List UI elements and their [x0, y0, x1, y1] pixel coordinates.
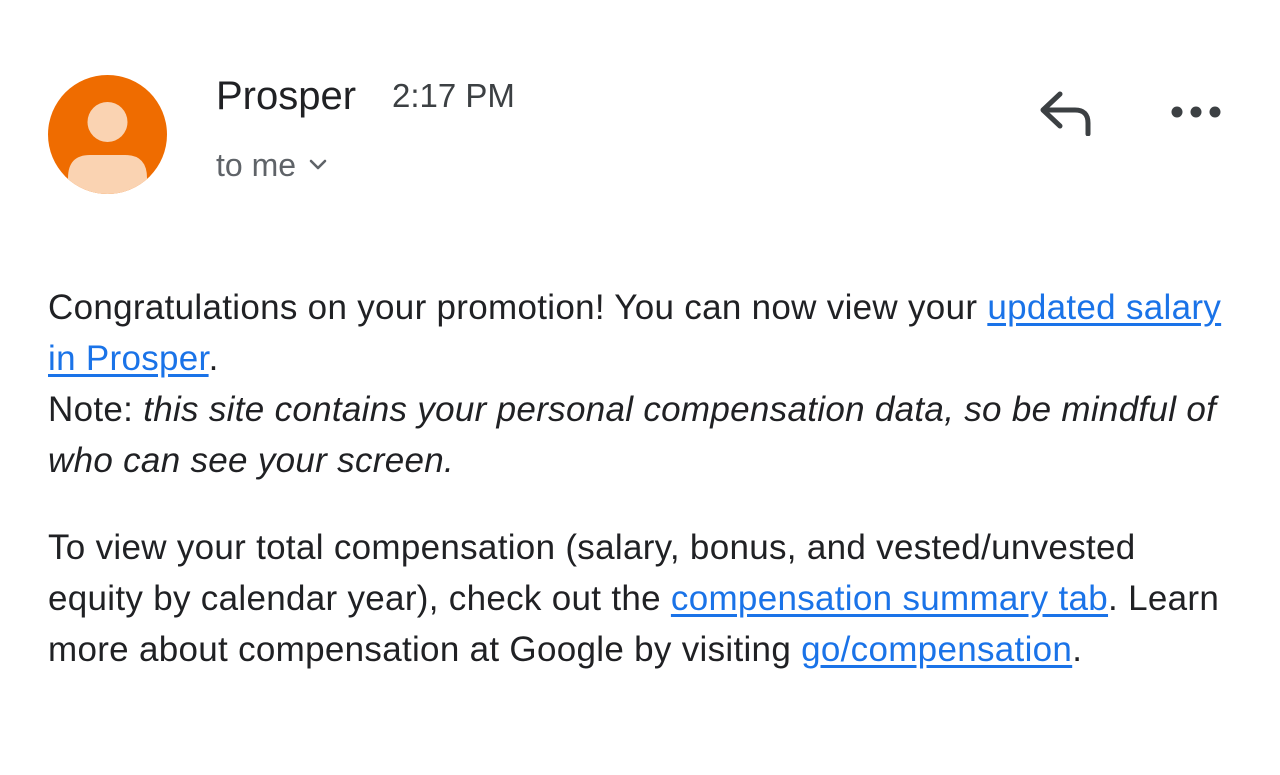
- more-horiz-icon: [1171, 106, 1221, 118]
- sent-time: 2:17 PM: [392, 77, 515, 114]
- reply-button[interactable]: [1030, 82, 1100, 142]
- message-body: Congratulations on your promotion! You c…: [48, 282, 1228, 675]
- message-paragraph-2: To view your total compensation (salary,…: [48, 522, 1228, 675]
- note-label: Note:: [48, 390, 144, 429]
- chevron-down-icon: [309, 159, 327, 170]
- end-period-text: .: [1072, 630, 1083, 669]
- compensation-summary-link[interactable]: compensation summary tab: [671, 579, 1108, 618]
- recipient-details-toggle[interactable]: to me: [216, 145, 328, 185]
- person-avatar-icon: [68, 102, 147, 194]
- sender-avatar[interactable]: [48, 75, 167, 194]
- reply-icon: [1040, 91, 1091, 136]
- more-options-button[interactable]: [1160, 82, 1232, 142]
- recipient-label: to me: [216, 146, 297, 183]
- message-paragraph-1: Congratulations on your promotion! You c…: [48, 282, 1228, 486]
- message-header: Prosper 2:17 PM to me: [0, 0, 1280, 230]
- go-compensation-link[interactable]: go/compensation: [801, 630, 1072, 669]
- period-text: .: [208, 339, 219, 378]
- sender-name[interactable]: Prosper: [216, 72, 356, 120]
- intro-text: Congratulations on your promotion! You c…: [48, 288, 988, 327]
- note-text: this site contains your personal compens…: [48, 390, 1217, 480]
